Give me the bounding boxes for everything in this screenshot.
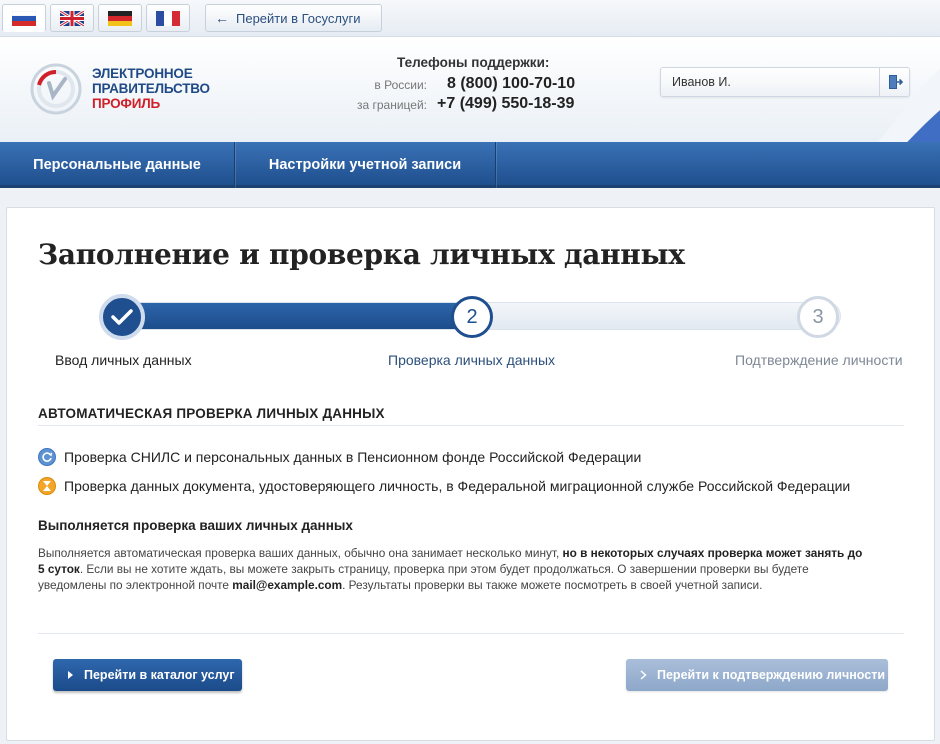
language-fr-tab[interactable] bbox=[146, 4, 190, 32]
go-to-catalog-label: Перейти в каталог услуг bbox=[84, 668, 235, 682]
refresh-icon bbox=[38, 448, 56, 466]
step-1-label: Ввод личных данных bbox=[55, 352, 192, 368]
chevron-right-icon bbox=[68, 671, 73, 679]
language-ru-tab[interactable] bbox=[2, 4, 46, 32]
chevron-right-icon bbox=[640, 670, 647, 680]
section-divider bbox=[38, 425, 904, 426]
logout-button[interactable] bbox=[879, 68, 909, 96]
main-card: Заполнение и проверка личных данных 2 3 … bbox=[6, 207, 935, 741]
site-header: ЭЛЕКТРОННОЕ ПРАВИТЕЛЬСТВО ПРОФИЛЬ Телефо… bbox=[0, 36, 940, 142]
flag-gb-icon bbox=[60, 10, 84, 26]
language-en-tab[interactable] bbox=[50, 4, 94, 32]
support-russia-label: в России: bbox=[374, 78, 427, 92]
gosuslugi-link-label: Перейти в Госуслуги bbox=[236, 10, 361, 26]
check-item-fms-text: Проверка данных документа, удостоверяюще… bbox=[64, 478, 851, 494]
egov-logo-text[interactable]: ЭЛЕКТРОННОЕ ПРАВИТЕЛЬСТВО ПРОФИЛЬ bbox=[92, 66, 210, 111]
arrow-left-icon: ← bbox=[215, 10, 229, 26]
logo-line-2: ПРАВИТЕЛЬСТВО bbox=[92, 81, 210, 96]
page-title: Заполнение и проверка личных данных bbox=[38, 238, 685, 271]
user-menu[interactable]: Иванов И. bbox=[660, 67, 910, 97]
notification-email: mail@example.com bbox=[232, 578, 343, 592]
go-to-identity-confirmation-button[interactable]: Перейти к подтверждению личности bbox=[626, 659, 888, 691]
step-2-circle: 2 bbox=[451, 296, 493, 338]
go-to-identity-confirmation-label: Перейти к подтверждению личности bbox=[657, 668, 886, 682]
step-3-circle: 3 bbox=[797, 296, 839, 338]
flag-de-icon bbox=[108, 10, 132, 26]
logo-line-1: ЭЛЕКТРОННОЕ bbox=[92, 66, 193, 81]
info-text-part-3: . Результаты проверки вы также можете по… bbox=[342, 578, 763, 592]
support-abroad-label: за границей: bbox=[356, 98, 427, 112]
egov-logo-icon[interactable] bbox=[30, 63, 82, 115]
hourglass-icon bbox=[38, 477, 56, 495]
check-item-fms: Проверка данных документа, удостоверяюще… bbox=[38, 477, 850, 495]
support-russia-phone: 8 (800) 100-70-10 bbox=[447, 75, 576, 92]
info-text-part-1: Выполняется автоматическая проверка ваши… bbox=[38, 546, 563, 560]
go-to-catalog-button[interactable]: Перейти в каталог услуг bbox=[53, 659, 242, 691]
logo-line-3: ПРОФИЛЬ bbox=[92, 96, 161, 111]
support-title: Телефоны поддержки: bbox=[397, 55, 550, 70]
logout-door-icon bbox=[888, 75, 903, 89]
nav-item-personal-data[interactable]: Персональные данные bbox=[0, 142, 235, 188]
flag-fr-icon bbox=[156, 10, 180, 26]
step-3-label: Подтверждение личности bbox=[735, 352, 903, 368]
support-abroad-phone: +7 (499) 550-18-39 bbox=[437, 95, 575, 112]
section-title: АВТОМАТИЧЕСКАЯ ПРОВЕРКА ЛИЧНЫХ ДАННЫХ bbox=[38, 406, 385, 421]
check-item-pfr-text: Проверка СНИЛС и персональных данных в П… bbox=[64, 449, 642, 465]
buttons-divider bbox=[38, 633, 904, 634]
user-name[interactable]: Иванов И. bbox=[672, 75, 731, 89]
checkmark-icon bbox=[111, 309, 133, 325]
nav-item-account-settings[interactable]: Настройки учетной записи bbox=[235, 142, 496, 188]
progress-fill bbox=[111, 303, 473, 329]
flag-ru-icon bbox=[12, 10, 36, 26]
checking-info-text: Выполняется автоматическая проверка ваши… bbox=[38, 545, 868, 593]
step-1-circle bbox=[99, 294, 145, 340]
language-de-tab[interactable] bbox=[98, 4, 142, 32]
gosuslugi-link[interactable]: ← Перейти в Госуслуги bbox=[205, 4, 382, 32]
step-2-label: Проверка личных данных bbox=[388, 352, 556, 368]
main-nav: Персональные данные Настройки учетной за… bbox=[0, 142, 940, 188]
checking-status-title: Выполняется проверка ваших личных данных bbox=[38, 518, 353, 533]
check-item-pfr: Проверка СНИЛС и персональных данных в П… bbox=[38, 448, 641, 466]
top-bar: ← Перейти в Госуслуги bbox=[0, 0, 940, 36]
